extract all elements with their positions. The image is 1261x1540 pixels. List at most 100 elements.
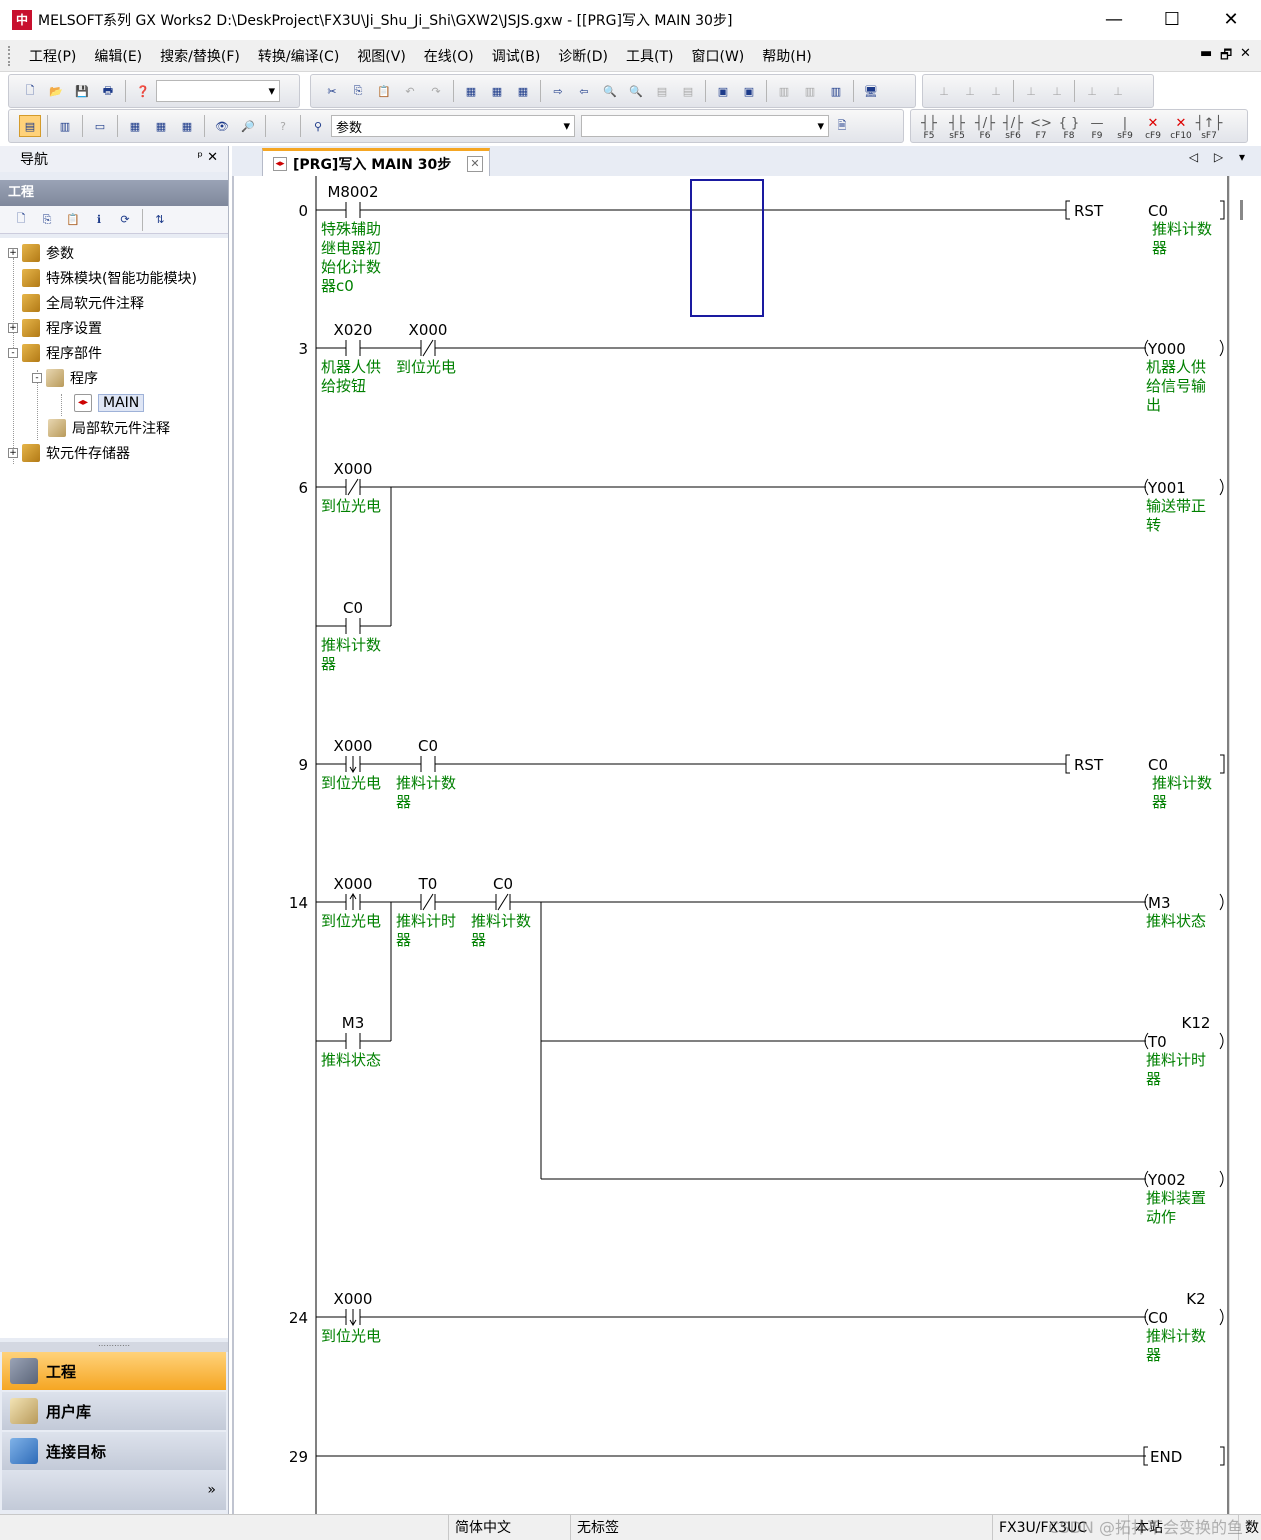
tree-item-main[interactable]: ◂▸ MAIN: [74, 392, 145, 414]
open-folder-icon[interactable]: 📂: [45, 80, 67, 102]
rung-insert-icon[interactable]: ⊥: [933, 80, 955, 102]
ladder-diagram[interactable]: 0369142429M8002特殊辅助继电器初始化计数器c0RST C0推料计数器…: [234, 176, 1234, 1514]
ladder-tool-2-icon[interactable]: ▥: [799, 80, 821, 102]
menu-debug[interactable]: 调试(B): [483, 46, 550, 66]
menu-help[interactable]: 帮助(H): [753, 46, 820, 66]
tree-item-program[interactable]: - 程序: [32, 367, 98, 389]
device-search-icon[interactable]: ▦: [460, 80, 482, 102]
view-dropdown-icon[interactable]: 👁: [211, 115, 233, 137]
fkey-sf9-button[interactable]: | sF9: [1112, 111, 1138, 142]
line-delete-icon[interactable]: ⊥: [1046, 80, 1068, 102]
fkey-f8-button[interactable]: { } F8: [1056, 111, 1082, 142]
mdi-minimize-button[interactable]: ▬: [1200, 46, 1212, 61]
device-list-icon[interactable]: ▦: [512, 80, 534, 102]
scrollbar-thumb[interactable]: [1240, 200, 1243, 220]
monitor-batch-icon[interactable]: ▤: [677, 80, 699, 102]
expand-icon[interactable]: +: [8, 448, 18, 458]
refresh-icon[interactable]: ⟳: [114, 209, 136, 231]
menu-tool[interactable]: 工具(T): [617, 46, 682, 66]
read-plc-icon[interactable]: ⇦: [573, 80, 595, 102]
monitor-stop-icon[interactable]: 🔍: [625, 80, 647, 102]
tab-close-icon[interactable]: ✕: [467, 155, 483, 172]
device-replace-icon[interactable]: ▦: [486, 80, 508, 102]
fkey-sf6-button[interactable]: ┤/├ sF6: [1000, 111, 1026, 142]
menu-find-replace[interactable]: 搜索/替换(F): [151, 46, 249, 66]
help-icon[interactable]: ❓: [132, 80, 154, 102]
document-icon[interactable]: 🗎: [831, 115, 853, 137]
fkey-f7-button[interactable]: <> F7: [1028, 111, 1054, 142]
fkey-cf9-button[interactable]: ✕ cF9: [1140, 111, 1166, 142]
question-icon[interactable]: ?: [272, 115, 294, 137]
monitor-icon[interactable]: 🔍: [599, 80, 621, 102]
module-icon[interactable]: ▥: [54, 115, 76, 137]
cut-icon[interactable]: ✂: [321, 80, 343, 102]
property-icon[interactable]: ℹ: [88, 209, 110, 231]
close-window-button[interactable]: ✕: [1202, 0, 1260, 40]
mdi-restore-button[interactable]: 🗗: [1220, 46, 1232, 68]
step2-icon[interactable]: ⊥: [1107, 80, 1129, 102]
tree-item-local-comment[interactable]: 局部软元件注释: [48, 417, 170, 439]
pin-close-icons[interactable]: ᵖ ✕: [197, 150, 218, 165]
fkey-cf10-button[interactable]: ✕ cF10: [1168, 111, 1194, 142]
document-tab-main[interactable]: ◂▸ [PRG]写入 MAIN 30步 ✕: [262, 148, 490, 176]
ladder-tool-3-icon[interactable]: ▥: [825, 80, 847, 102]
expand-icon[interactable]: +: [8, 248, 18, 258]
zoom-dropdown-icon[interactable]: 🔎: [237, 115, 259, 137]
paste-icon[interactable]: 📋: [373, 80, 395, 102]
toolbar-combo-1[interactable]: ▾: [156, 80, 280, 102]
step-icon[interactable]: ⊥: [1081, 80, 1103, 102]
new-file-icon[interactable]: 🗋: [19, 80, 41, 102]
expand-icon[interactable]: +: [8, 323, 18, 333]
device-combo[interactable]: ▾: [581, 115, 829, 137]
tab-scroll-arrows[interactable]: ◁ ▷ ▾: [1189, 150, 1251, 164]
collapse-icon[interactable]: -: [8, 348, 18, 358]
fkey-f5-button[interactable]: ┤├ F5: [916, 111, 942, 142]
fkey-sf5-button[interactable]: ┤├ sF5: [944, 111, 970, 142]
tree-item-device-memory[interactable]: + 软元件存储器: [8, 442, 130, 464]
menu-view[interactable]: 视图(V): [348, 46, 415, 66]
write-plc-icon[interactable]: ⇨: [547, 80, 569, 102]
tree-item-intelligent-module[interactable]: 特殊模块(智能功能模块): [22, 267, 197, 289]
device-dev-icon[interactable]: ▣: [712, 80, 734, 102]
device-comment2-icon[interactable]: ▦: [150, 115, 172, 137]
tree-item-global-comment[interactable]: 全局软元件注释: [22, 292, 144, 314]
minimize-button[interactable]: —: [1085, 0, 1143, 40]
nav-more-button[interactable]: »: [2, 1470, 226, 1510]
sort-icon[interactable]: ⇅: [149, 209, 171, 231]
menu-grip[interactable]: [8, 45, 12, 66]
mdi-close-button[interactable]: ✕: [1240, 46, 1251, 61]
save-icon[interactable]: 💾: [71, 80, 93, 102]
line-write-icon[interactable]: ⊥: [1020, 80, 1042, 102]
paste-data-icon[interactable]: 📋: [62, 209, 84, 231]
column-insert-icon[interactable]: ⊥: [985, 80, 1007, 102]
copy-data-icon[interactable]: ⎘: [36, 209, 58, 231]
fkey-f9-button[interactable]: — F9: [1084, 111, 1110, 142]
menu-window[interactable]: 窗口(W): [682, 46, 753, 66]
ladder-editor[interactable]: 0 3 6 9 14 24 29 M8002 特殊辅助 继电器初 始化计数 器c0 RST C0 推料计数器…: [232, 176, 1261, 1514]
nav-tab-connection[interactable]: 连接目标: [2, 1432, 226, 1470]
nav-tab-project[interactable]: 工程: [2, 1352, 226, 1390]
screen-icon[interactable]: 🖥: [860, 80, 882, 102]
nav-tab-user-library[interactable]: 用户库: [2, 1392, 226, 1430]
menu-edit[interactable]: 编辑(E): [85, 46, 151, 66]
fkey-sf7-button[interactable]: ┤↑├ sF7: [1196, 111, 1223, 142]
tree-item-program-setting[interactable]: + 程序设置: [8, 317, 102, 339]
menu-compile[interactable]: 转换/编译(C): [249, 46, 348, 66]
print-icon[interactable]: 🖶: [97, 80, 119, 102]
rung-delete-icon[interactable]: ⊥: [959, 80, 981, 102]
copy-icon[interactable]: ⎘: [347, 80, 369, 102]
device-comment-icon[interactable]: ▦: [124, 115, 146, 137]
undo-icon[interactable]: ↶: [399, 80, 421, 102]
nav-splitter[interactable]: ⋯⋯⋯⋯: [0, 1342, 228, 1352]
menu-diagnostics[interactable]: 诊断(D): [549, 46, 617, 66]
collapse-icon[interactable]: -: [32, 373, 42, 383]
tree-item-parameter[interactable]: + 参数: [8, 242, 74, 264]
monitor-write-icon[interactable]: ▤: [651, 80, 673, 102]
menu-online[interactable]: 在线(O): [415, 46, 483, 66]
device-comment3-icon[interactable]: ▦: [176, 115, 198, 137]
menu-project[interactable]: 工程(P): [20, 46, 85, 66]
parameter-combo[interactable]: 参数 ▾: [331, 115, 575, 137]
ladder-tool-1-icon[interactable]: ▥: [773, 80, 795, 102]
vertical-scrollbar[interactable]: [1229, 176, 1261, 1514]
project-view-icon[interactable]: ▤: [19, 115, 41, 137]
